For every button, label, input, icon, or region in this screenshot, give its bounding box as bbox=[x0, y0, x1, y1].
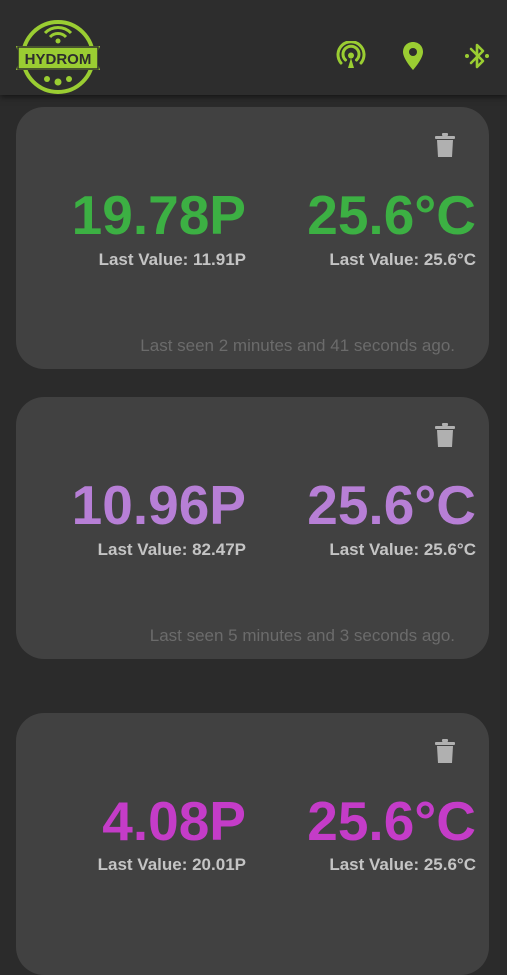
last-temperature-label: Last Value: 25.6°C bbox=[329, 250, 476, 269]
last-seen-text: Last seen 2 minutes and 41 seconds ago. bbox=[140, 336, 455, 355]
bluetooth-icon[interactable] bbox=[461, 40, 493, 72]
hydrom-logo-graphic: HYDROM bbox=[16, 20, 100, 94]
last-temperature-label: Last Value: 25.6°C bbox=[329, 855, 476, 874]
last-gravity-label: Last Value: 20.01P bbox=[97, 855, 246, 874]
device-card[interactable]: 10.96P 25.6°C Last Value: 82.47P Last Va… bbox=[16, 397, 489, 659]
last-gravity-label: Last Value: 11.91P bbox=[98, 250, 246, 269]
temperature-value: 25.6°C bbox=[307, 790, 476, 852]
svg-text:HYDROM: HYDROM bbox=[25, 51, 92, 68]
device-card[interactable]: 4.08P 25.6°C Last Value: 20.01P Last Val… bbox=[16, 713, 489, 975]
last-seen-text: Last seen 5 minutes and 3 seconds ago. bbox=[149, 626, 455, 645]
trash-icon[interactable] bbox=[435, 133, 455, 157]
last-temperature-label: Last Value: 25.6°C bbox=[329, 540, 476, 559]
app-header: HYDROM bbox=[0, 0, 507, 95]
device-list[interactable]: 19.78P 25.6°C Last Value: 11.91P Last Va… bbox=[0, 95, 507, 975]
gravity-value: 10.96P bbox=[71, 474, 246, 536]
location-pin-icon[interactable] bbox=[397, 40, 429, 72]
wireless-icon[interactable] bbox=[335, 40, 367, 72]
trash-icon[interactable] bbox=[435, 423, 455, 447]
gravity-value: 4.08P bbox=[102, 790, 246, 852]
hydrom-logo: HYDROM bbox=[14, 15, 102, 95]
temperature-value: 25.6°C bbox=[307, 474, 476, 536]
trash-icon[interactable] bbox=[435, 739, 455, 763]
device-card[interactable]: 19.78P 25.6°C Last Value: 11.91P Last Va… bbox=[16, 107, 489, 369]
gravity-value: 19.78P bbox=[71, 184, 246, 246]
temperature-value: 25.6°C bbox=[307, 184, 476, 246]
last-gravity-label: Last Value: 82.47P bbox=[97, 540, 246, 559]
